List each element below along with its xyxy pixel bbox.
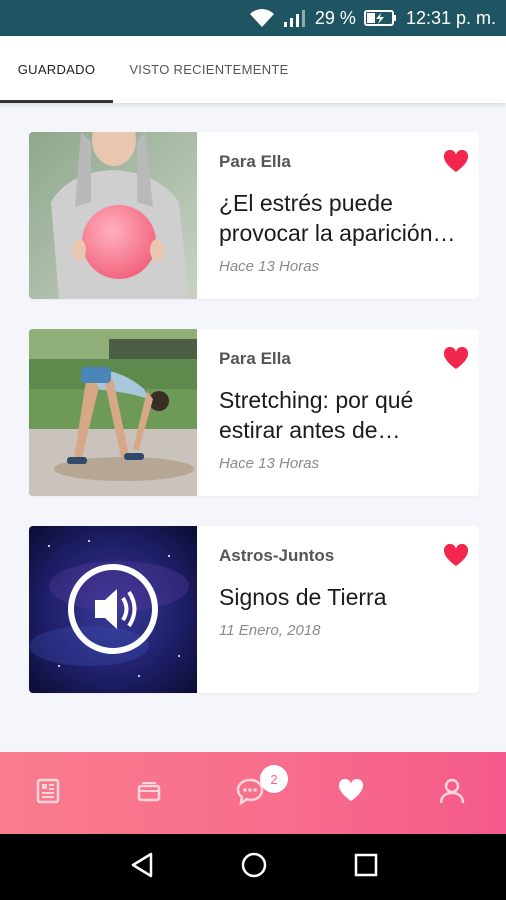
article-timestamp: 11 Enero, 2018	[219, 622, 321, 639]
status-bar: 29 % 12:31 p. m.	[0, 0, 506, 36]
article-title: Signos de Tierra	[219, 584, 387, 610]
nav-wallet[interactable]	[109, 752, 189, 834]
article-title: Stretching: por qué estirar antes de…	[219, 387, 414, 443]
back-button[interactable]	[102, 834, 182, 900]
bottom-nav	[0, 752, 506, 834]
article-thumbnail-woman-stretching	[29, 329, 197, 496]
battery-text: 29 %	[314, 7, 356, 28]
article-timestamp: Hace 13 Horas	[219, 258, 320, 275]
favorite-heart-icon[interactable]	[443, 149, 469, 178]
nav-profile[interactable]	[412, 752, 492, 834]
signal-icon	[283, 8, 307, 28]
article-card[interactable]: Astros-Juntos Signos de Tierra 11 Enero,…	[29, 526, 479, 693]
recents-button[interactable]	[326, 834, 406, 900]
article-thumbnail-woman-with-pink-ball	[29, 132, 197, 299]
home-icon	[240, 851, 268, 884]
recents-icon	[353, 852, 379, 883]
favorite-heart-icon[interactable]	[443, 346, 469, 375]
article-title: ¿El estrés puede provocar la aparición…	[219, 190, 456, 246]
wallet-icon	[135, 777, 163, 810]
wifi-icon	[249, 8, 275, 28]
news-icon	[34, 777, 62, 810]
active-tab-indicator	[0, 100, 113, 103]
article-timestamp: Hace 13 Horas	[219, 455, 320, 472]
favorite-heart-icon[interactable]	[443, 543, 469, 572]
article-category: Para Ella	[219, 152, 291, 171]
home-button[interactable]	[214, 834, 294, 900]
article-category: Astros-Juntos	[219, 546, 335, 565]
chat-badge: 2	[260, 765, 288, 793]
clock-text: 12:31 p. m.	[405, 7, 496, 28]
back-icon	[129, 851, 155, 884]
nav-news[interactable]	[8, 752, 88, 834]
tab-guardado[interactable]: GUARDADO	[0, 36, 113, 103]
nav-chat[interactable]	[210, 752, 290, 834]
system-nav-bar	[0, 834, 506, 900]
tab-visto-label: VISTO RECIENTEMENTE	[129, 62, 289, 77]
tab-guardado-label: GUARDADO	[17, 62, 96, 77]
profile-icon	[438, 777, 466, 810]
heart-icon	[338, 778, 364, 808]
tab-visto-recientemente[interactable]: VISTO RECIENTEMENTE	[120, 36, 298, 103]
nav-favorites[interactable]	[311, 752, 391, 834]
article-card[interactable]: Para Ella Stretching: por qué estirar an…	[29, 329, 479, 496]
tab-bar: GUARDADO VISTO RECIENTEMENTE	[0, 36, 506, 103]
article-card[interactable]: Para Ella ¿El estrés puede provocar la a…	[29, 132, 479, 299]
battery-charging-icon	[363, 8, 398, 28]
article-thumbnail-audio-starfield	[29, 526, 197, 693]
article-category: Para Ella	[219, 349, 291, 368]
